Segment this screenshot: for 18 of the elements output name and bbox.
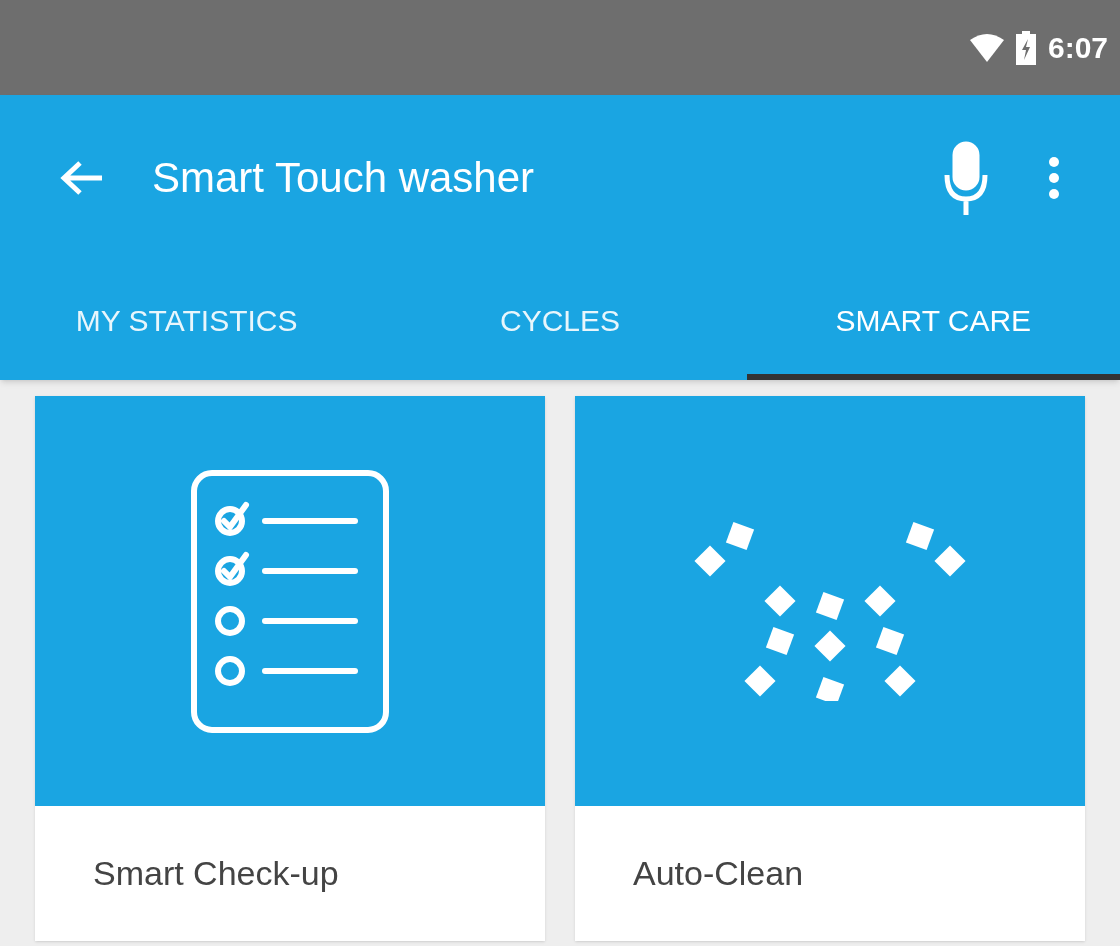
tab[interactable]: MY STATISTICS [0,260,374,380]
feature-card[interactable]: Smart Check-up [35,396,545,941]
more-icon [1048,155,1060,200]
back-button[interactable] [60,159,104,196]
clock: 6:07 [1047,30,1108,66]
more-menu-button[interactable] [1048,155,1060,200]
checklist-icon [190,468,390,734]
battery-icon [1015,30,1036,65]
back-arrow-icon [60,159,104,196]
microphone-icon [944,140,988,215]
tab[interactable]: CYCLES [373,260,747,380]
wifi-icon [969,33,1004,62]
window-title: Smart Touch washer [152,153,536,203]
microphone-button[interactable] [944,140,988,215]
tab[interactable]: SMART CARE [746,260,1120,380]
card-title: Smart Check-up [93,853,339,894]
feature-card[interactable]: Auto-Clean [575,396,1085,941]
card-title: Auto-Clean [633,853,804,894]
